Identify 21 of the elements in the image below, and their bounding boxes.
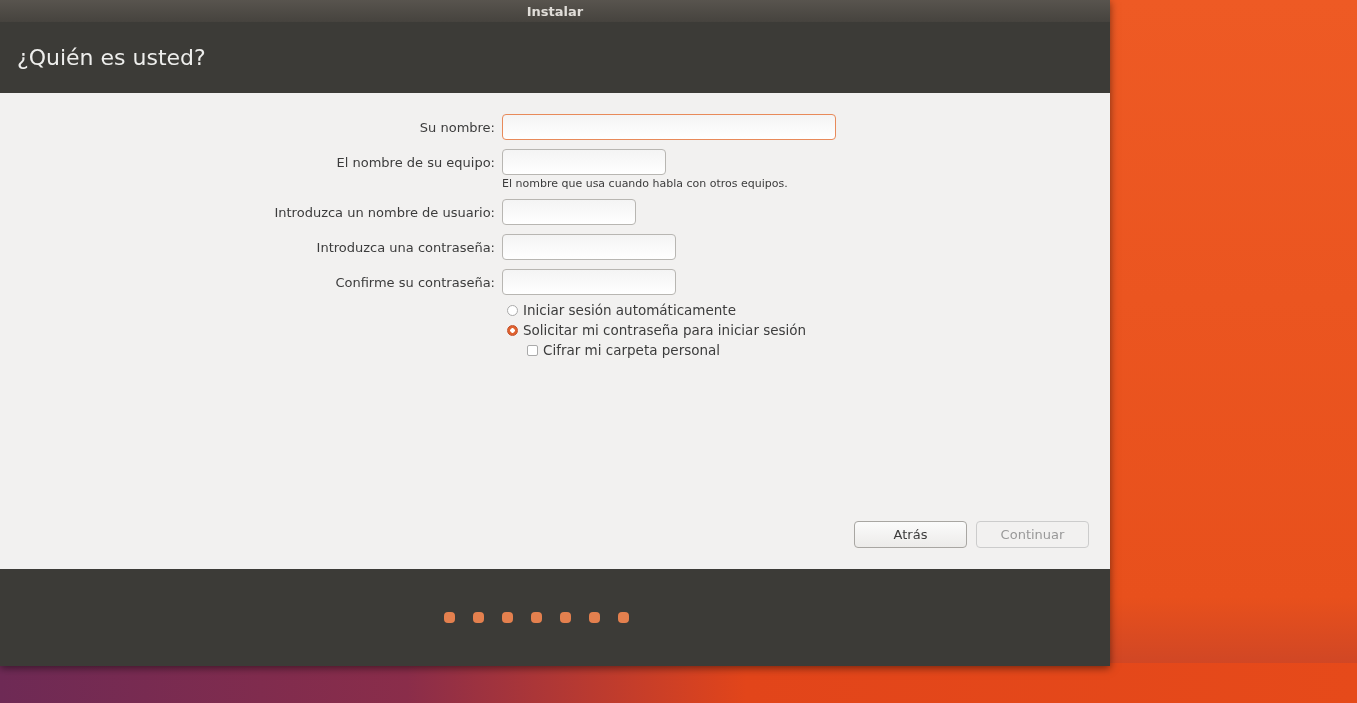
nav-button[interactable]: Atrás — [854, 521, 967, 548]
input-field[interactable] — [502, 234, 676, 260]
checkbox[interactable] — [527, 344, 538, 356]
radio-button[interactable] — [507, 304, 518, 316]
radio-button[interactable] — [507, 324, 518, 336]
option-label: Iniciar sesión automáticamente — [523, 302, 736, 318]
progress-dots-icon — [443, 612, 630, 623]
window-title: Instalar — [526, 3, 584, 19]
option-label: Cifrar mi carpeta personal — [543, 342, 721, 358]
field-label: Introduzca una contraseña: — [316, 239, 495, 255]
input-field[interactable] — [502, 199, 636, 225]
field-label: El nombre de su equipo: — [336, 154, 495, 170]
input-field[interactable] — [502, 149, 666, 175]
input-field[interactable] — [502, 114, 836, 140]
field-label: Su nombre: — [419, 119, 495, 135]
field-hint: El nombre que usa cuando habla con otros equipos. — [502, 177, 789, 190]
page-title: ¿Quién es usted? — [17, 45, 206, 70]
input-field[interactable] — [502, 269, 676, 295]
field-label: Introduzca un nombre de usuario: — [274, 204, 495, 220]
field-label: Confirme su contraseña: — [335, 274, 495, 290]
option-label: Solicitar mi contraseña para iniciar sesión — [523, 322, 807, 338]
